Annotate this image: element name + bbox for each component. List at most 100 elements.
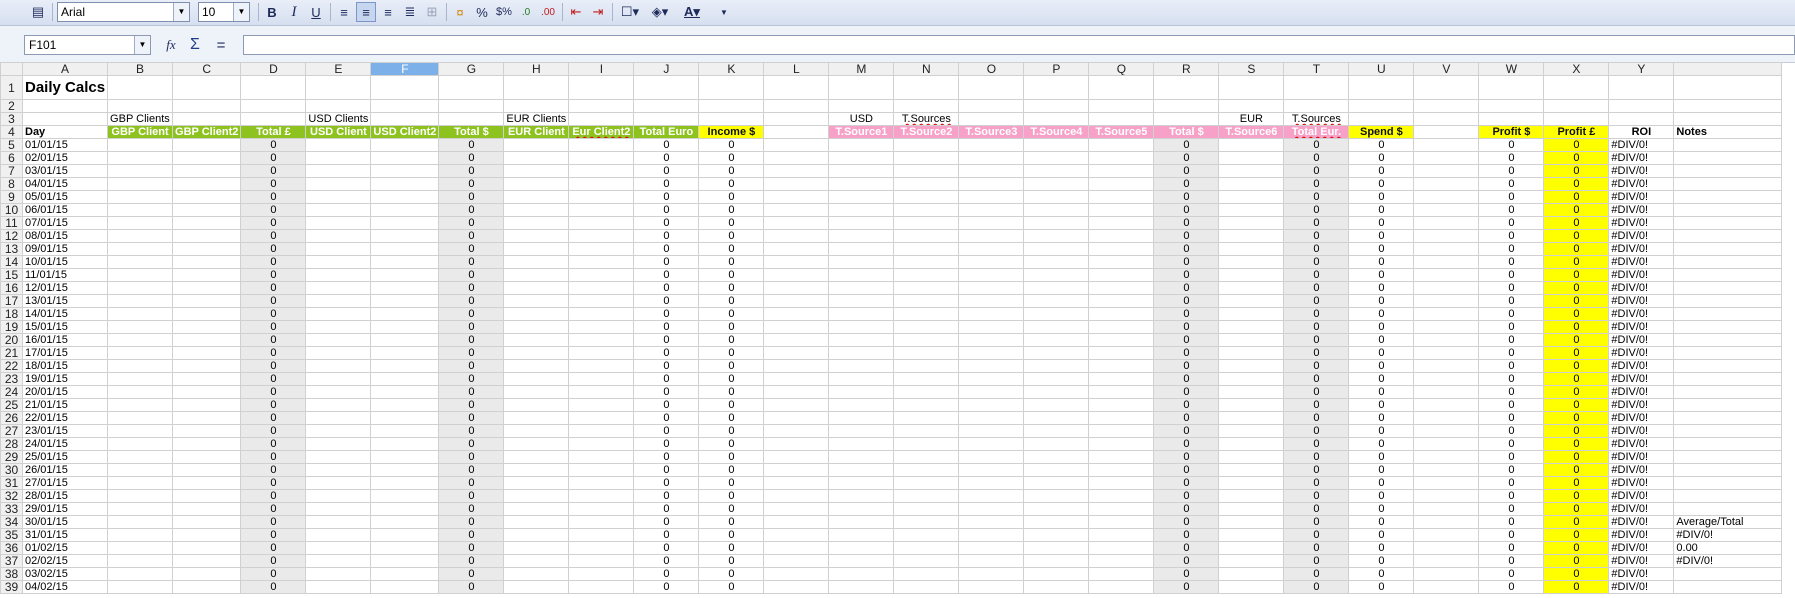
cell[interactable] — [1088, 138, 1155, 152]
cell[interactable] — [107, 528, 174, 542]
value-cell[interactable]: 0 — [240, 268, 307, 282]
value-cell[interactable]: 0 — [240, 411, 307, 425]
cell[interactable] — [828, 138, 895, 152]
cell[interactable] — [1413, 489, 1480, 503]
cell[interactable] — [893, 320, 960, 334]
cell[interactable] — [1478, 112, 1545, 126]
cell[interactable] — [1023, 320, 1090, 334]
cell[interactable] — [172, 372, 242, 386]
cell[interactable] — [1673, 424, 1783, 438]
cell[interactable] — [370, 294, 440, 308]
cell[interactable] — [1673, 411, 1783, 425]
cell[interactable] — [828, 216, 895, 230]
value-cell[interactable]: 0 — [1153, 294, 1220, 308]
value-cell[interactable]: 0 — [1478, 242, 1545, 256]
cell[interactable] — [568, 463, 635, 477]
cell[interactable] — [107, 229, 174, 243]
cell[interactable] — [107, 75, 174, 100]
cell[interactable] — [305, 333, 372, 347]
cell[interactable] — [1413, 268, 1480, 282]
roi-cell[interactable]: #DIV/0! — [1608, 437, 1675, 451]
cell[interactable] — [1413, 203, 1480, 217]
cell[interactable] — [370, 203, 440, 217]
cell[interactable] — [503, 502, 570, 516]
cell[interactable] — [893, 138, 960, 152]
value-cell[interactable]: 0 — [1348, 502, 1415, 516]
value-cell[interactable]: 0 — [1283, 346, 1350, 360]
cell[interactable] — [305, 424, 372, 438]
roi-cell[interactable]: #DIV/0! — [1608, 333, 1675, 347]
cell[interactable] — [1608, 75, 1675, 100]
column-heading[interactable]: T.Source2 — [893, 125, 960, 139]
value-cell[interactable]: 0 — [1348, 541, 1415, 555]
cell[interactable] — [1088, 398, 1155, 412]
cell[interactable] — [1218, 333, 1285, 347]
cell[interactable] — [1088, 294, 1155, 308]
value-cell[interactable]: 0 — [1153, 203, 1220, 217]
cell[interactable] — [1023, 216, 1090, 230]
value-cell[interactable]: 0 — [633, 489, 700, 503]
row-header[interactable]: 21 — [0, 346, 23, 360]
value-cell[interactable]: 0 — [633, 372, 700, 386]
value-cell[interactable]: 0 — [1153, 411, 1220, 425]
cell[interactable] — [1673, 242, 1783, 256]
value-cell[interactable]: 0 — [1283, 502, 1350, 516]
value-cell[interactable]: 0 — [240, 229, 307, 243]
date-cell[interactable]: 13/01/15 — [21, 294, 109, 308]
date-cell[interactable]: 11/01/15 — [21, 268, 109, 282]
cell[interactable] — [370, 450, 440, 464]
cell[interactable] — [958, 164, 1025, 178]
cell[interactable] — [172, 229, 242, 243]
cell[interactable] — [893, 255, 960, 269]
cell[interactable] — [568, 411, 635, 425]
cell[interactable] — [1413, 216, 1480, 230]
cell[interactable] — [305, 398, 372, 412]
value-cell[interactable]: 0 — [1153, 567, 1220, 581]
column-heading[interactable]: Profit $ — [1478, 125, 1545, 139]
cell[interactable] — [958, 151, 1025, 165]
cell[interactable] — [370, 385, 440, 399]
cell[interactable] — [370, 190, 440, 204]
cell[interactable] — [1413, 151, 1480, 165]
value-cell[interactable]: 0 — [438, 151, 505, 165]
value-cell[interactable]: 0 — [1283, 489, 1350, 503]
cell[interactable] — [828, 151, 895, 165]
value-cell[interactable]: 0 — [698, 489, 765, 503]
cell[interactable] — [1023, 411, 1090, 425]
value-cell[interactable]: 0 — [633, 177, 700, 191]
cell[interactable] — [1608, 99, 1675, 113]
value-cell[interactable]: 0 — [633, 502, 700, 516]
cell[interactable] — [568, 385, 635, 399]
date-cell[interactable]: 27/01/15 — [21, 476, 109, 490]
cell[interactable] — [305, 229, 372, 243]
cell[interactable] — [893, 424, 960, 438]
cell[interactable] — [305, 138, 372, 152]
cell[interactable] — [1088, 151, 1155, 165]
value-cell[interactable]: 0 — [240, 151, 307, 165]
row-header[interactable]: 9 — [0, 190, 23, 204]
value-cell[interactable]: 0 — [1478, 177, 1545, 191]
cell[interactable] — [1023, 476, 1090, 490]
cell[interactable] — [958, 502, 1025, 516]
value-cell[interactable]: 0 — [1283, 515, 1350, 529]
column-header[interactable]: L — [763, 62, 830, 76]
column-header[interactable] — [1673, 62, 1783, 76]
row-header[interactable]: 17 — [0, 294, 23, 308]
cell[interactable] — [305, 190, 372, 204]
value-cell[interactable]: 0 — [698, 268, 765, 282]
cell[interactable] — [568, 489, 635, 503]
cell[interactable] — [828, 541, 895, 555]
value-cell[interactable]: 0 — [240, 177, 307, 191]
value-cell[interactable]: 0 — [1478, 281, 1545, 295]
value-cell[interactable]: 0 — [1153, 320, 1220, 334]
value-cell[interactable]: 0 — [1283, 411, 1350, 425]
cell[interactable] — [107, 489, 174, 503]
group-label[interactable]: GBP Clients — [107, 112, 174, 126]
cell[interactable] — [1153, 112, 1220, 126]
cell[interactable] — [763, 372, 830, 386]
column-header[interactable]: K — [698, 62, 765, 76]
cell[interactable] — [1218, 372, 1285, 386]
delete-decimal-icon[interactable]: .00 — [538, 2, 558, 22]
value-cell[interactable]: 0 — [698, 385, 765, 399]
cell[interactable] — [828, 476, 895, 490]
